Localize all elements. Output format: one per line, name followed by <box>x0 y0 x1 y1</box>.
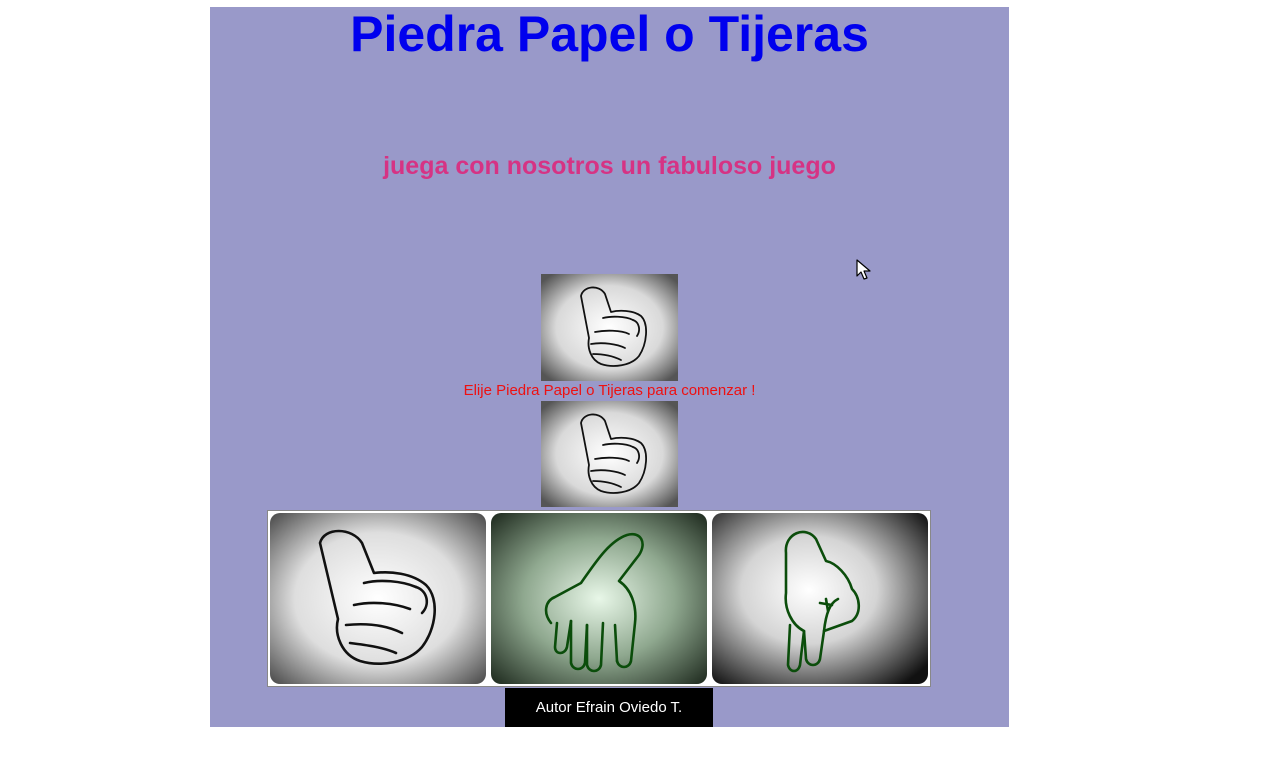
scissors-hand-icon <box>712 513 928 684</box>
status-message: Elije Piedra Papel o Tijeras para comenz… <box>463 382 756 399</box>
player-choice-image <box>541 401 678 507</box>
computer-choice-image <box>541 274 678 381</box>
fist-icon <box>541 274 678 381</box>
options-row <box>267 510 931 687</box>
mouse-cursor-icon <box>856 259 871 280</box>
open-hand-icon <box>491 513 707 684</box>
paper-option-button[interactable] <box>491 513 707 684</box>
game-panel: Piedra Papel o Tijeras juega con nosotro… <box>210 7 1009 727</box>
scissors-option-button[interactable] <box>712 513 928 684</box>
page-title: Piedra Papel o Tijeras <box>350 6 869 62</box>
author-footer: Autor Efrain Oviedo T. <box>505 688 713 727</box>
fist-icon <box>541 401 678 507</box>
page-subtitle: juega con nosotros un fabuloso juego <box>383 152 836 180</box>
fist-icon <box>270 513 486 684</box>
rock-option-button[interactable] <box>270 513 486 684</box>
